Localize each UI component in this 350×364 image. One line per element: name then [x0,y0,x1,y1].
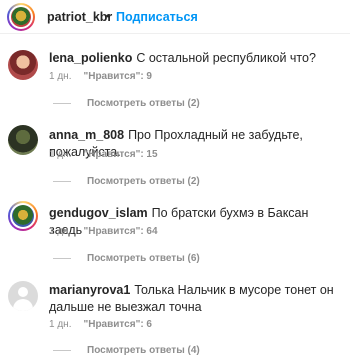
view-replies-button[interactable]: Посмотреть ответы (2) [49,98,200,109]
replies-divider [53,349,71,351]
view-replies-label: Посмотреть ответы (2) [87,176,200,187]
default-avatar-body [13,299,33,311]
comment-likes[interactable]: "Нравится": 15 [83,149,157,160]
comment-time: 1 дн. [49,319,72,330]
comment-likes[interactable]: "Нравится": 6 [83,319,152,330]
default-avatar-head [18,287,28,297]
commenter-avatar[interactable] [8,125,38,155]
commenter-username[interactable]: lena_polienko [49,51,132,65]
view-replies-label: Посмотреть ответы (6) [87,253,200,264]
author-username[interactable]: patriot_kbr [47,10,112,24]
view-replies-label: Посмотреть ответы (2) [87,98,200,109]
comment-likes[interactable]: "Нравится": 9 [83,71,152,82]
post-header: patriot_kbr • Подписаться [0,0,350,34]
commenter-username[interactable]: anna_m_808 [49,128,124,142]
view-replies-label: Посмотреть ответы (4) [87,345,200,356]
follow-button[interactable]: Подписаться [116,10,198,24]
comment-time: 1 дн. [49,149,72,160]
replies-divider [53,257,71,259]
commenter-avatar[interactable] [8,50,38,80]
replies-divider [53,180,71,182]
commenter-avatar[interactable] [8,201,38,231]
comment-meta: 1 дн. "Нравится": 64 [49,226,158,237]
comment-body: С остальной республикой что? [136,51,316,65]
comment-meta: 1 дн. "Нравится": 6 [49,319,152,330]
view-replies-button[interactable]: Посмотреть ответы (4) [49,345,200,356]
comment-text: lena_polienko С остальной республикой что… [49,50,339,67]
comment-time: 1 дн. [49,226,72,237]
view-replies-button[interactable]: Посмотреть ответы (2) [49,176,200,187]
separator-dot: • [106,9,111,23]
replies-divider [53,102,71,104]
comment-meta: 1 дн. "Нравится": 9 [49,71,152,82]
commenter-username[interactable]: marianyrova1 [49,283,130,297]
author-avatar[interactable] [7,3,35,31]
comment-time: 1 дн. [49,71,72,82]
commenter-username[interactable]: gendugov_islam [49,206,148,220]
comment-likes[interactable]: "Нравится": 64 [83,226,157,237]
commenter-avatar[interactable] [8,281,38,311]
view-replies-button[interactable]: Посмотреть ответы (6) [49,253,200,264]
comment-text: marianyrova1 Толька Нальчик в мусоре тоне… [49,282,339,316]
comment-meta: 1 дн. "Нравится": 15 [49,149,158,160]
